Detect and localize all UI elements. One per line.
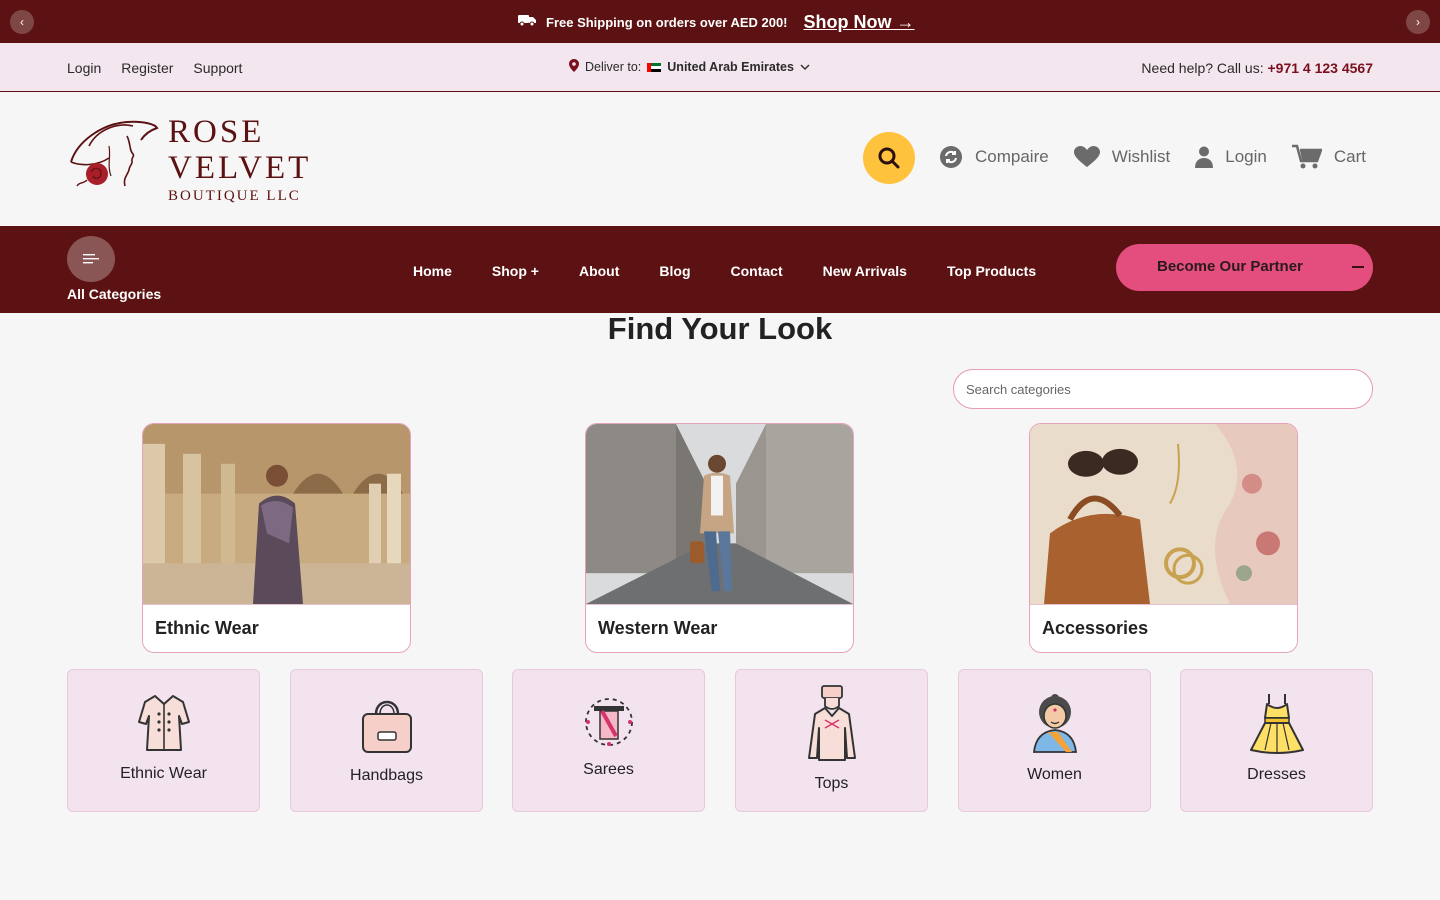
cart-label: Cart bbox=[1333, 147, 1366, 166]
dash-icon bbox=[1352, 266, 1364, 268]
utility-support-link[interactable]: Support bbox=[193, 60, 242, 76]
all-categories-button[interactable]: All Categories bbox=[67, 236, 187, 302]
heart-icon bbox=[1073, 146, 1100, 167]
promo-prev-button[interactable]: ‹ bbox=[10, 10, 34, 34]
promo-bar: ‹ Free Shipping on orders over AED 200! … bbox=[0, 0, 1440, 43]
featured-card-label: Accessories bbox=[1042, 618, 1149, 638]
main-nav: All Categories Home Shop + About Blog Co… bbox=[0, 226, 1440, 313]
nav-item-contact[interactable]: Contact bbox=[731, 263, 783, 279]
search-icon bbox=[878, 147, 900, 169]
nav-item-shop[interactable]: Shop + bbox=[492, 263, 539, 279]
category-tile-dresses[interactable]: Dresses bbox=[1180, 669, 1373, 812]
all-categories-label: All Categories bbox=[67, 286, 162, 302]
help-contact: Need help? Call us: +971 4 123 4567 bbox=[1141, 60, 1373, 76]
featured-card-label: Western Wear bbox=[598, 618, 718, 638]
nav-item-home[interactable]: Home bbox=[413, 263, 452, 279]
brand-wordmark: ROSE VELVET BOUTIQUE LLC bbox=[168, 114, 311, 205]
all-categories-circle bbox=[67, 236, 115, 282]
utility-register-link[interactable]: Register bbox=[121, 60, 173, 76]
brand-logo[interactable]: ROSE VELVET BOUTIQUE LLC bbox=[67, 114, 317, 204]
brand-line-3: BOUTIQUE LLC bbox=[168, 188, 301, 204]
search-button[interactable] bbox=[863, 132, 915, 184]
nav-menu: Home Shop + About Blog Contact New Arriv… bbox=[413, 263, 1036, 279]
utility-links: Login Register Support bbox=[67, 60, 242, 76]
cart-icon bbox=[1291, 144, 1322, 169]
refresh-icon bbox=[940, 146, 962, 168]
dress-icon bbox=[1181, 692, 1372, 754]
featured-card-label: Ethnic Wear bbox=[155, 618, 259, 638]
nav-item-top-products[interactable]: Top Products bbox=[947, 263, 1036, 279]
brand-line-1: ROSE bbox=[168, 114, 265, 150]
uae-flag-icon bbox=[647, 62, 662, 72]
featured-card-accessories[interactable]: Accessories bbox=[1029, 423, 1298, 653]
woman-icon bbox=[959, 692, 1150, 754]
saree-icon bbox=[513, 696, 704, 748]
cart-button[interactable]: Cart bbox=[1291, 144, 1366, 170]
compare-label: Compaire bbox=[975, 147, 1049, 166]
deliver-to-selector[interactable]: Deliver to: United Arab Emirates bbox=[569, 59, 810, 75]
login-label: Login bbox=[1225, 147, 1267, 166]
help-label: Need help? Call us: bbox=[1141, 60, 1264, 76]
utility-bar: Login Register Support Deliver to: Unite… bbox=[0, 43, 1440, 92]
category-tile-label: Sarees bbox=[583, 761, 634, 778]
menu-lines-icon bbox=[83, 254, 99, 264]
featured-card-ethnic-wear[interactable]: Ethnic Wear bbox=[142, 423, 411, 653]
chevron-down-icon bbox=[800, 60, 810, 74]
brand-line-2: VELVET bbox=[168, 150, 312, 186]
help-phone[interactable]: +971 4 123 4567 bbox=[1268, 60, 1374, 76]
shop-now-link[interactable]: Shop Now → bbox=[804, 12, 915, 33]
become-partner-label: Become Our Partner bbox=[1157, 258, 1303, 275]
category-search-input[interactable] bbox=[953, 369, 1373, 409]
category-tile-label: Handbags bbox=[350, 767, 423, 784]
accessories-photo bbox=[1030, 424, 1297, 605]
kurta-icon bbox=[68, 694, 259, 752]
lady-hat-logo-icon bbox=[70, 120, 159, 187]
site-header: ROSE VELVET BOUTIQUE LLC Compaire Wishli… bbox=[0, 92, 1440, 226]
location-pin-icon bbox=[569, 59, 579, 75]
compare-button[interactable]: Compaire bbox=[939, 145, 1049, 169]
truck-icon bbox=[518, 13, 536, 32]
category-tile-label: Ethnic Wear bbox=[120, 765, 207, 782]
ethnic-wear-photo bbox=[143, 424, 410, 605]
promo-next-button[interactable]: › bbox=[1406, 10, 1430, 34]
tops-icon bbox=[736, 684, 927, 764]
western-wear-photo bbox=[586, 424, 853, 605]
category-tile-ethnic-wear[interactable]: Ethnic Wear bbox=[67, 669, 260, 812]
login-button[interactable]: Login bbox=[1195, 146, 1267, 168]
deliver-label: Deliver to: bbox=[585, 60, 642, 74]
category-tile-sarees[interactable]: Sarees bbox=[512, 669, 705, 812]
category-tile-label: Tops bbox=[814, 775, 849, 792]
featured-card-western-wear[interactable]: Western Wear bbox=[585, 423, 854, 653]
nav-item-about[interactable]: About bbox=[579, 263, 619, 279]
header-actions: Compaire Wishlist Login Cart bbox=[939, 144, 1366, 170]
utility-login-link[interactable]: Login bbox=[67, 60, 101, 76]
category-tile-women[interactable]: Women bbox=[958, 669, 1151, 812]
category-tile-tops[interactable]: Tops bbox=[735, 669, 928, 812]
page-title: Find Your Look bbox=[607, 311, 833, 346]
wishlist-label: Wishlist bbox=[1111, 147, 1171, 166]
user-icon bbox=[1195, 146, 1214, 168]
category-tile-label: Dresses bbox=[1247, 766, 1306, 783]
nav-item-new-arrivals[interactable]: New Arrivals bbox=[823, 263, 907, 279]
nav-item-blog[interactable]: Blog bbox=[659, 263, 690, 279]
deliver-country: United Arab Emirates bbox=[667, 60, 794, 74]
category-tile-label: Women bbox=[1027, 766, 1082, 783]
promo-message: Free Shipping on orders over AED 200! bbox=[546, 14, 788, 30]
promo-message-group: Free Shipping on orders over AED 200! Sh… bbox=[518, 10, 915, 34]
wishlist-button[interactable]: Wishlist bbox=[1073, 146, 1171, 168]
category-tile-handbags[interactable]: Handbags bbox=[290, 669, 483, 812]
handbag-icon bbox=[291, 692, 482, 754]
become-partner-button[interactable]: Become Our Partner bbox=[1116, 244, 1373, 291]
